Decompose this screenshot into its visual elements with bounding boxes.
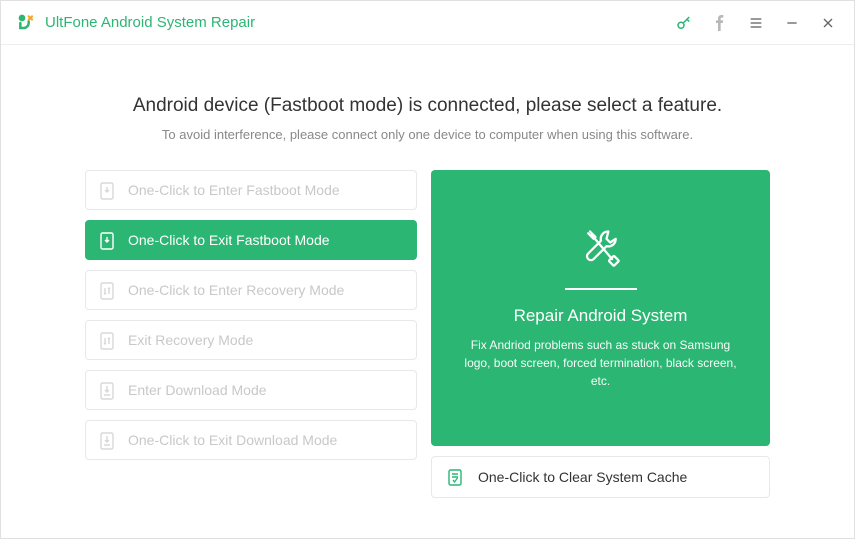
hero-description: Fix Andriod problems such as stuck on Sa… — [461, 336, 740, 390]
enter-download-button[interactable]: Enter Download Mode — [85, 370, 417, 410]
hero-divider — [565, 288, 637, 290]
left-options-column: One-Click to Enter Fastboot Mode One-Cli… — [85, 170, 417, 498]
app-logo-group: UltFone Android System Repair — [17, 13, 255, 33]
tools-icon — [579, 226, 623, 270]
option-label: One-Click to Exit Download Mode — [128, 432, 337, 448]
exit-fastboot-button[interactable]: One-Click to Exit Fastboot Mode — [85, 220, 417, 260]
close-button[interactable] — [812, 7, 844, 39]
app-window: UltFone Android System Repair — [0, 0, 855, 539]
enter-fastboot-button[interactable]: One-Click to Enter Fastboot Mode — [85, 170, 417, 210]
titlebar: UltFone Android System Repair — [1, 1, 854, 45]
clear-cache-label: One-Click to Clear System Cache — [478, 469, 687, 485]
phone-down-icon — [100, 232, 114, 248]
option-label: Enter Download Mode — [128, 382, 267, 398]
exit-recovery-button[interactable]: Exit Recovery Mode — [85, 320, 417, 360]
feature-grid: One-Click to Enter Fastboot Mode One-Cli… — [85, 170, 770, 498]
option-label: One-Click to Exit Fastboot Mode — [128, 232, 330, 248]
titlebar-controls — [668, 7, 844, 39]
phone-swap-icon — [100, 332, 114, 348]
trash-icon — [446, 468, 464, 486]
facebook-icon[interactable] — [704, 7, 736, 39]
exit-download-button[interactable]: One-Click to Exit Download Mode — [85, 420, 417, 460]
app-title: UltFone Android System Repair — [45, 14, 255, 31]
option-label: One-Click to Enter Recovery Mode — [128, 282, 344, 298]
page-subhead: To avoid interference, please connect on… — [85, 127, 770, 142]
app-logo-icon — [17, 13, 37, 33]
key-icon[interactable] — [668, 7, 700, 39]
option-label: Exit Recovery Mode — [128, 332, 253, 348]
repair-system-card[interactable]: Repair Android System Fix Andriod proble… — [431, 170, 770, 446]
menu-icon[interactable] — [740, 7, 772, 39]
page-headline: Android device (Fastboot mode) is connec… — [85, 95, 770, 117]
main-content: Android device (Fastboot mode) is connec… — [1, 45, 854, 538]
hero-title: Repair Android System — [514, 306, 688, 326]
phone-swap-icon — [100, 282, 114, 298]
option-label: One-Click to Enter Fastboot Mode — [128, 182, 340, 198]
minimize-button[interactable] — [776, 7, 808, 39]
enter-recovery-button[interactable]: One-Click to Enter Recovery Mode — [85, 270, 417, 310]
phone-download-icon — [100, 382, 114, 398]
right-column: Repair Android System Fix Andriod proble… — [431, 170, 770, 498]
phone-down-icon — [100, 182, 114, 198]
clear-cache-button[interactable]: One-Click to Clear System Cache — [431, 456, 770, 498]
phone-download-icon — [100, 432, 114, 448]
